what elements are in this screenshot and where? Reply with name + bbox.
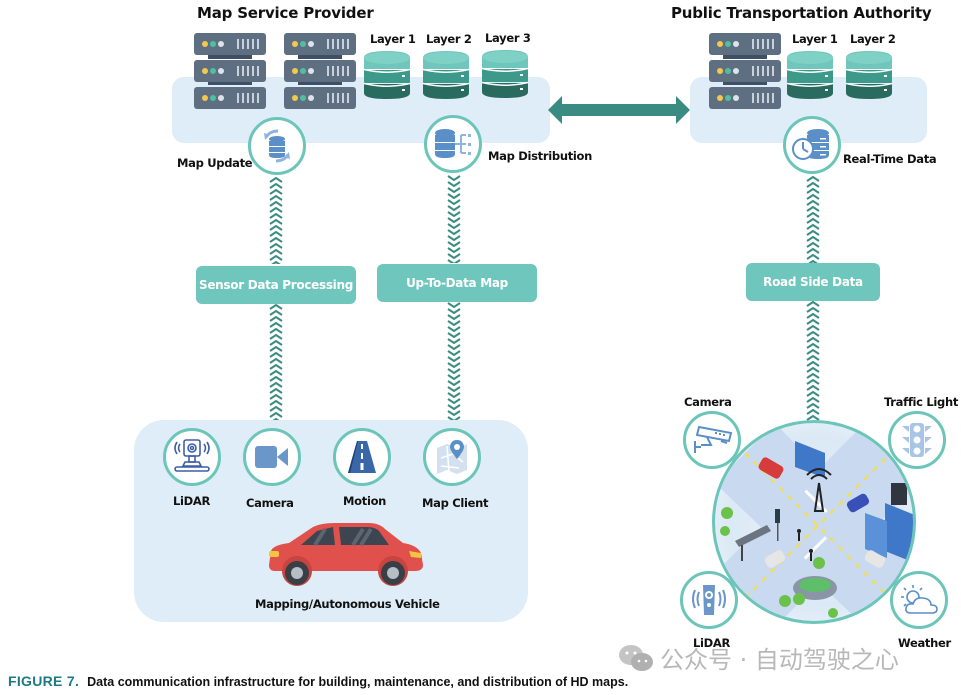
vehicle-map-client	[423, 428, 481, 486]
vehicle-sensor-label: LiDAR	[173, 494, 211, 508]
weather-icon	[901, 585, 938, 614]
layer-label: Layer 1	[370, 32, 416, 46]
downward-flow-connector	[447, 302, 461, 426]
upward-flow-connector	[269, 304, 283, 422]
cctv-camera-icon	[694, 425, 733, 453]
vehicle-camera-sensor	[243, 428, 301, 486]
database-layer-icon	[846, 51, 892, 99]
upward-flow-connector	[269, 177, 283, 264]
video-camera-icon	[255, 446, 288, 468]
watermark: 公众号 · 自动驾驶之心	[618, 640, 899, 675]
lidar-icon	[174, 439, 210, 472]
map-distribution-node	[424, 115, 482, 173]
city-camera-sensor	[683, 411, 741, 469]
vehicle-lidar-sensor	[163, 428, 221, 486]
layer-label: Layer 3	[485, 31, 531, 45]
map-distribution-label: Map Distribution	[488, 149, 593, 163]
upward-flow-connector	[806, 301, 820, 421]
upward-flow-connector	[806, 176, 820, 263]
layer-label: Layer 2	[850, 32, 896, 46]
city-sensor-label: Camera	[684, 395, 732, 409]
real-time-data-node	[783, 116, 841, 174]
layer-label: Layer 1	[792, 32, 838, 46]
vehicle-motion-sensor	[333, 428, 391, 486]
watermark-text: 公众号 · 自动驾驶之心	[660, 646, 899, 674]
database-layer-icon	[482, 50, 528, 98]
wechat-icon	[619, 644, 653, 671]
city-weather-sensor	[890, 571, 948, 629]
figure-caption: FIGURE 7. Data communication infrastructu…	[8, 673, 628, 689]
database-layer-icon	[787, 51, 833, 99]
database-distribution-icon	[435, 129, 471, 158]
database-layer-icon	[423, 51, 469, 99]
downward-flow-connector	[447, 175, 461, 263]
vehicle-title: Mapping/Autonomous Vehicle	[255, 597, 440, 611]
up-to-date-map-box: Up-To-Data Map	[377, 264, 537, 302]
traffic-light-icon	[902, 423, 932, 457]
bidirectional-arrow-icon	[548, 96, 690, 124]
real-time-data-label: Real-Time Data	[843, 152, 937, 166]
figure-number: FIGURE 7.	[8, 673, 80, 689]
vehicle-sensor-label: Map Client	[422, 496, 489, 510]
city-traffic-light-sensor	[888, 411, 946, 469]
map-update-node	[248, 117, 306, 175]
server-icon	[194, 33, 266, 109]
map-service-provider-title: Map Service Provider	[197, 4, 374, 22]
lidar-sensor-icon	[692, 585, 726, 615]
database-sync-icon	[264, 129, 290, 163]
vehicle-sensor-label: Motion	[343, 494, 387, 508]
car-icon	[269, 523, 423, 586]
vehicle-sensor-label: Camera	[246, 496, 294, 510]
server-icon	[709, 33, 781, 109]
intersection-illustration	[715, 423, 913, 621]
server-icon	[284, 33, 356, 109]
map-update-label: Map Update	[177, 156, 253, 170]
layer-label: Layer 2	[426, 32, 472, 46]
clock-database-icon	[792, 129, 829, 160]
map-pin-icon	[437, 440, 467, 474]
road-side-data-box: Road Side Data	[746, 263, 880, 301]
road-icon	[348, 441, 376, 473]
caption-text: Data communication infrastructure for bu…	[87, 675, 629, 689]
sensor-data-processing-box: Sensor Data Processing	[196, 266, 356, 304]
city-sensor-label: Traffic Light	[884, 395, 959, 409]
smart-city-intersection	[712, 420, 916, 624]
city-lidar-sensor	[680, 571, 738, 629]
city-sensor-label: Weather	[898, 636, 951, 650]
database-layer-icon	[364, 51, 410, 99]
public-transport-authority-title: Public Transportation Authority	[671, 4, 932, 22]
